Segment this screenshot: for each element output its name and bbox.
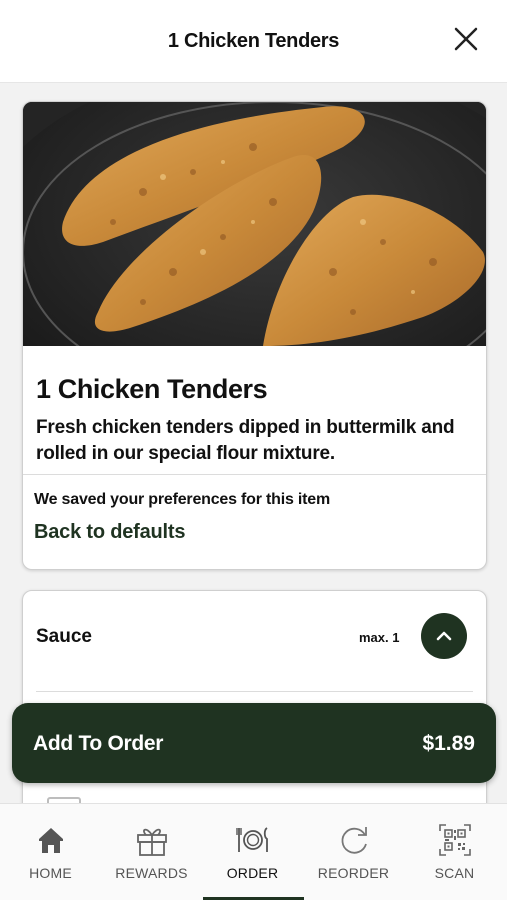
sauce-max-label: max. 1 (359, 630, 400, 645)
header: 1 Chicken Tenders (0, 0, 507, 83)
add-to-order-button[interactable]: Add To Order $1.89 (12, 703, 496, 783)
nav-item-reorder[interactable]: REORDER (303, 804, 404, 900)
nav-item-home[interactable]: HOME (0, 804, 101, 900)
add-to-order-label: Add To Order (33, 732, 164, 755)
home-icon (38, 828, 63, 853)
close-icon (454, 27, 478, 51)
product-image (23, 102, 486, 346)
qr-code-icon (438, 824, 471, 856)
divider (23, 474, 486, 475)
nav-item-rewards[interactable]: REWARDS (101, 804, 202, 900)
divider (36, 691, 473, 692)
product-card: 1 Chicken Tenders Fresh chicken tenders … (22, 101, 487, 570)
refresh-icon (341, 827, 367, 854)
sauce-label: Sauce (36, 626, 92, 647)
gift-icon (136, 828, 167, 856)
nav-label-reorder: REORDER (317, 865, 390, 881)
back-to-defaults-link[interactable]: Back to defaults (34, 521, 185, 544)
nav-label-rewards: REWARDS (115, 865, 188, 881)
product-description: Fresh chicken tenders dipped in buttermi… (36, 417, 455, 464)
nav-item-scan[interactable]: SCAN (404, 804, 505, 900)
bottom-nav: HOME REWARDS ORDER REORDER SCAN (0, 803, 507, 900)
chevron-up-icon (436, 631, 452, 641)
nav-label-scan: SCAN (434, 865, 475, 881)
order-price: $1.89 (422, 732, 475, 755)
saved-preferences-text: We saved your preferences for this item (34, 491, 331, 508)
nav-label-home: HOME (29, 865, 72, 881)
page-title: 1 Chicken Tenders (167, 30, 340, 52)
nav-item-order[interactable]: ORDER (202, 804, 303, 900)
utensils-icon (235, 827, 268, 852)
product-name: 1 Chicken Tenders (36, 374, 268, 404)
close-button[interactable] (451, 24, 481, 54)
collapse-sauce-button[interactable] (421, 613, 467, 659)
nav-label-order: ORDER (226, 865, 279, 881)
